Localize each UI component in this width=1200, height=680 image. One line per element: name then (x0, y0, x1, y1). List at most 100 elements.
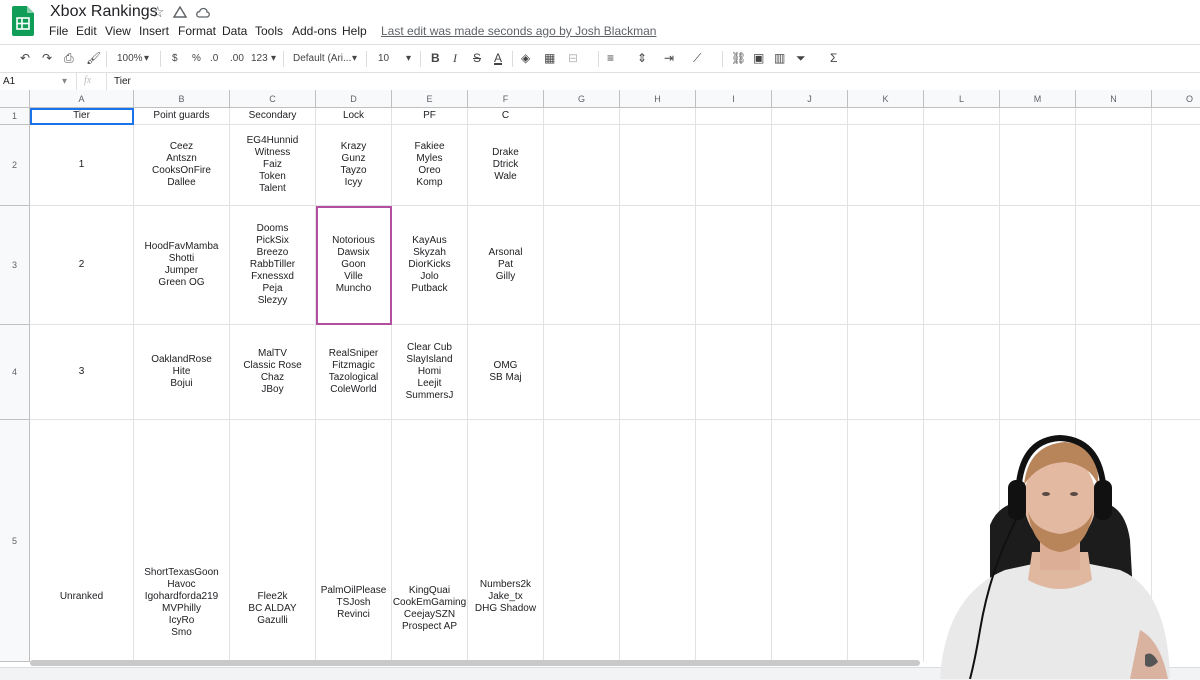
cell-e4[interactable]: Clear Cub SlayIsland Homi Leejit Summers… (392, 325, 468, 420)
col-header-m[interactable]: M (1000, 90, 1076, 108)
bold-button[interactable]: B (431, 51, 440, 65)
menu-edit[interactable]: Edit (76, 24, 97, 38)
horizontal-scrollbar[interactable] (30, 660, 920, 666)
star-icon[interactable]: ☆ (151, 3, 164, 21)
insert-comment-icon[interactable]: ▣ (753, 51, 764, 65)
move-folder-icon[interactable] (172, 3, 188, 24)
menu-format[interactable]: Format (178, 24, 216, 38)
strikethrough-button[interactable]: S (473, 51, 481, 65)
cell-d3[interactable]: Notorious Dawsix Goon Ville Muncho (316, 206, 392, 325)
decrease-decimal-button[interactable]: .0 (210, 53, 218, 64)
row-header-3[interactable]: 3 (0, 206, 30, 325)
cell-b3[interactable]: HoodFavMamba Shotti Jumper Green OG (134, 206, 230, 325)
menu-tools[interactable]: Tools (255, 24, 283, 38)
undo-icon[interactable]: ↶ (20, 51, 30, 65)
filter-icon[interactable]: ⏷ (796, 51, 806, 66)
col-header-o[interactable]: O (1152, 90, 1200, 108)
col-header-f[interactable]: F (468, 90, 544, 108)
row-header-5[interactable]: 5 (0, 420, 30, 662)
cell-f4[interactable]: OMG SB Maj (468, 325, 544, 420)
font-size-select[interactable]: 10 (378, 53, 389, 64)
chevron-down-icon[interactable]: ▾ (406, 53, 411, 64)
col-header-i[interactable]: I (696, 90, 772, 108)
document-title[interactable]: Xbox Rankings (50, 3, 158, 21)
cell-f3[interactable]: Arsonal Pat Gilly (468, 206, 544, 325)
last-edit-link[interactable]: Last edit was made seconds ago by Josh B… (381, 24, 656, 38)
cell-c4[interactable]: MalTV Classic Rose Chaz JBoy (230, 325, 316, 420)
align-horizontal-icon[interactable]: ≡ (607, 51, 614, 65)
merge-cells-icon[interactable]: ⊟ (568, 51, 578, 65)
cell-a1[interactable]: Tier (30, 108, 134, 125)
text-wrap-icon[interactable]: ⇥ (664, 51, 674, 65)
currency-button[interactable]: $ (172, 53, 178, 64)
col-header-e[interactable]: E (392, 90, 468, 108)
cell-b1[interactable]: Point guards (134, 108, 230, 125)
col-header-h[interactable]: H (620, 90, 696, 108)
cell-a5[interactable]: Unranked (30, 420, 134, 662)
chevron-down-icon[interactable]: ▾ (352, 53, 357, 64)
cell-a3[interactable]: 2 (30, 206, 134, 325)
cell-f1[interactable]: C (468, 108, 544, 125)
text-color-button[interactable]: A (494, 51, 502, 65)
cell-d4[interactable]: RealSniper Fitzmagic Tazological ColeWor… (316, 325, 392, 420)
cell-b4[interactable]: OaklandRose Hite Bojui (134, 325, 230, 420)
chevron-down-icon[interactable]: ▾ (62, 76, 67, 87)
cell-c1[interactable]: Secondary (230, 108, 316, 125)
menu-addons[interactable]: Add-ons (292, 24, 337, 38)
col-header-c[interactable]: C (230, 90, 316, 108)
chevron-down-icon[interactable]: ▾ (271, 53, 276, 64)
cell-e2[interactable]: Fakiee Myles Oreo Komp (392, 125, 468, 206)
italic-button[interactable]: I (453, 51, 457, 66)
functions-button[interactable]: Σ (830, 51, 837, 65)
print-icon[interactable]: ⎙ (64, 51, 74, 66)
cell-d1[interactable]: Lock (316, 108, 392, 125)
menu-insert[interactable]: Insert (139, 24, 169, 38)
menu-help[interactable]: Help (342, 24, 367, 38)
name-box[interactable]: A1 (3, 76, 15, 87)
cell-f5[interactable]: Numbers2k Jake_tx DHG Shadow (468, 420, 544, 662)
col-header-a[interactable]: A (30, 90, 134, 108)
row-header-2[interactable]: 2 (0, 125, 30, 206)
increase-decimal-button[interactable]: .00 (230, 53, 244, 64)
col-header-l[interactable]: L (924, 90, 1000, 108)
cell-e5[interactable]: KingQuai CookEmGaming CeejaySZN Prospect… (392, 420, 468, 662)
insert-link-icon[interactable]: ⛓ (731, 51, 746, 65)
menu-view[interactable]: View (105, 24, 131, 38)
borders-icon[interactable]: ▦ (544, 51, 555, 65)
corner-select-all[interactable] (0, 90, 30, 108)
col-header-d[interactable]: D (316, 90, 392, 108)
percent-button[interactable]: % (192, 53, 201, 64)
cell-e3[interactable]: KayAus Skyzah DiorKicks Jolo Putback (392, 206, 468, 325)
cell-a2[interactable]: 1 (30, 125, 134, 206)
fill-color-icon[interactable]: ◈ (521, 51, 530, 65)
text-rotation-icon[interactable]: ⟋ (693, 51, 701, 66)
cell-b2[interactable]: Ceez Antszn CooksOnFire Dallee (134, 125, 230, 206)
row-header-1[interactable]: 1 (0, 108, 30, 125)
cell-d5[interactable]: PalmOilPlease TSJosh Revinci (316, 420, 392, 662)
formula-input[interactable]: Tier (114, 76, 131, 87)
font-select[interactable]: Default (Ari... (293, 53, 351, 64)
cell-a4[interactable]: 3 (30, 325, 134, 420)
cell-f2[interactable]: Drake Dtrick Wale (468, 125, 544, 206)
sheets-logo-icon[interactable] (12, 6, 34, 36)
row-header-4[interactable]: 4 (0, 325, 30, 420)
col-header-b[interactable]: B (134, 90, 230, 108)
cell-d2[interactable]: Krazy Gunz Tayzo Icyy (316, 125, 392, 206)
col-header-g[interactable]: G (544, 90, 620, 108)
align-vertical-icon[interactable]: ⇕ (637, 51, 647, 65)
menu-data[interactable]: Data (222, 24, 247, 38)
cell-e1[interactable]: PF (392, 108, 468, 125)
paint-format-icon[interactable]: 🖌 (86, 51, 101, 65)
more-formats-button[interactable]: 123 (251, 53, 268, 64)
chevron-down-icon[interactable]: ▾ (144, 53, 149, 64)
menu-file[interactable]: File (49, 24, 68, 38)
insert-chart-icon[interactable]: ▥ (774, 51, 785, 65)
cell-c3[interactable]: Dooms PickSix Breezo RabbTiller Fxnessxd… (230, 206, 316, 325)
col-header-n[interactable]: N (1076, 90, 1152, 108)
cell-b5[interactable]: ShortTexasGoon Havoc Igohardforda219 MVP… (134, 420, 230, 662)
cell-c5[interactable]: Flee2k BC ALDAY Gazulli (230, 420, 316, 662)
cloud-status-icon[interactable] (196, 3, 210, 23)
zoom-select[interactable]: 100% (117, 53, 143, 64)
redo-icon[interactable]: ↷ (42, 51, 52, 65)
cell-c2[interactable]: EG4Hunnid Witness Faiz Token Talent (230, 125, 316, 206)
